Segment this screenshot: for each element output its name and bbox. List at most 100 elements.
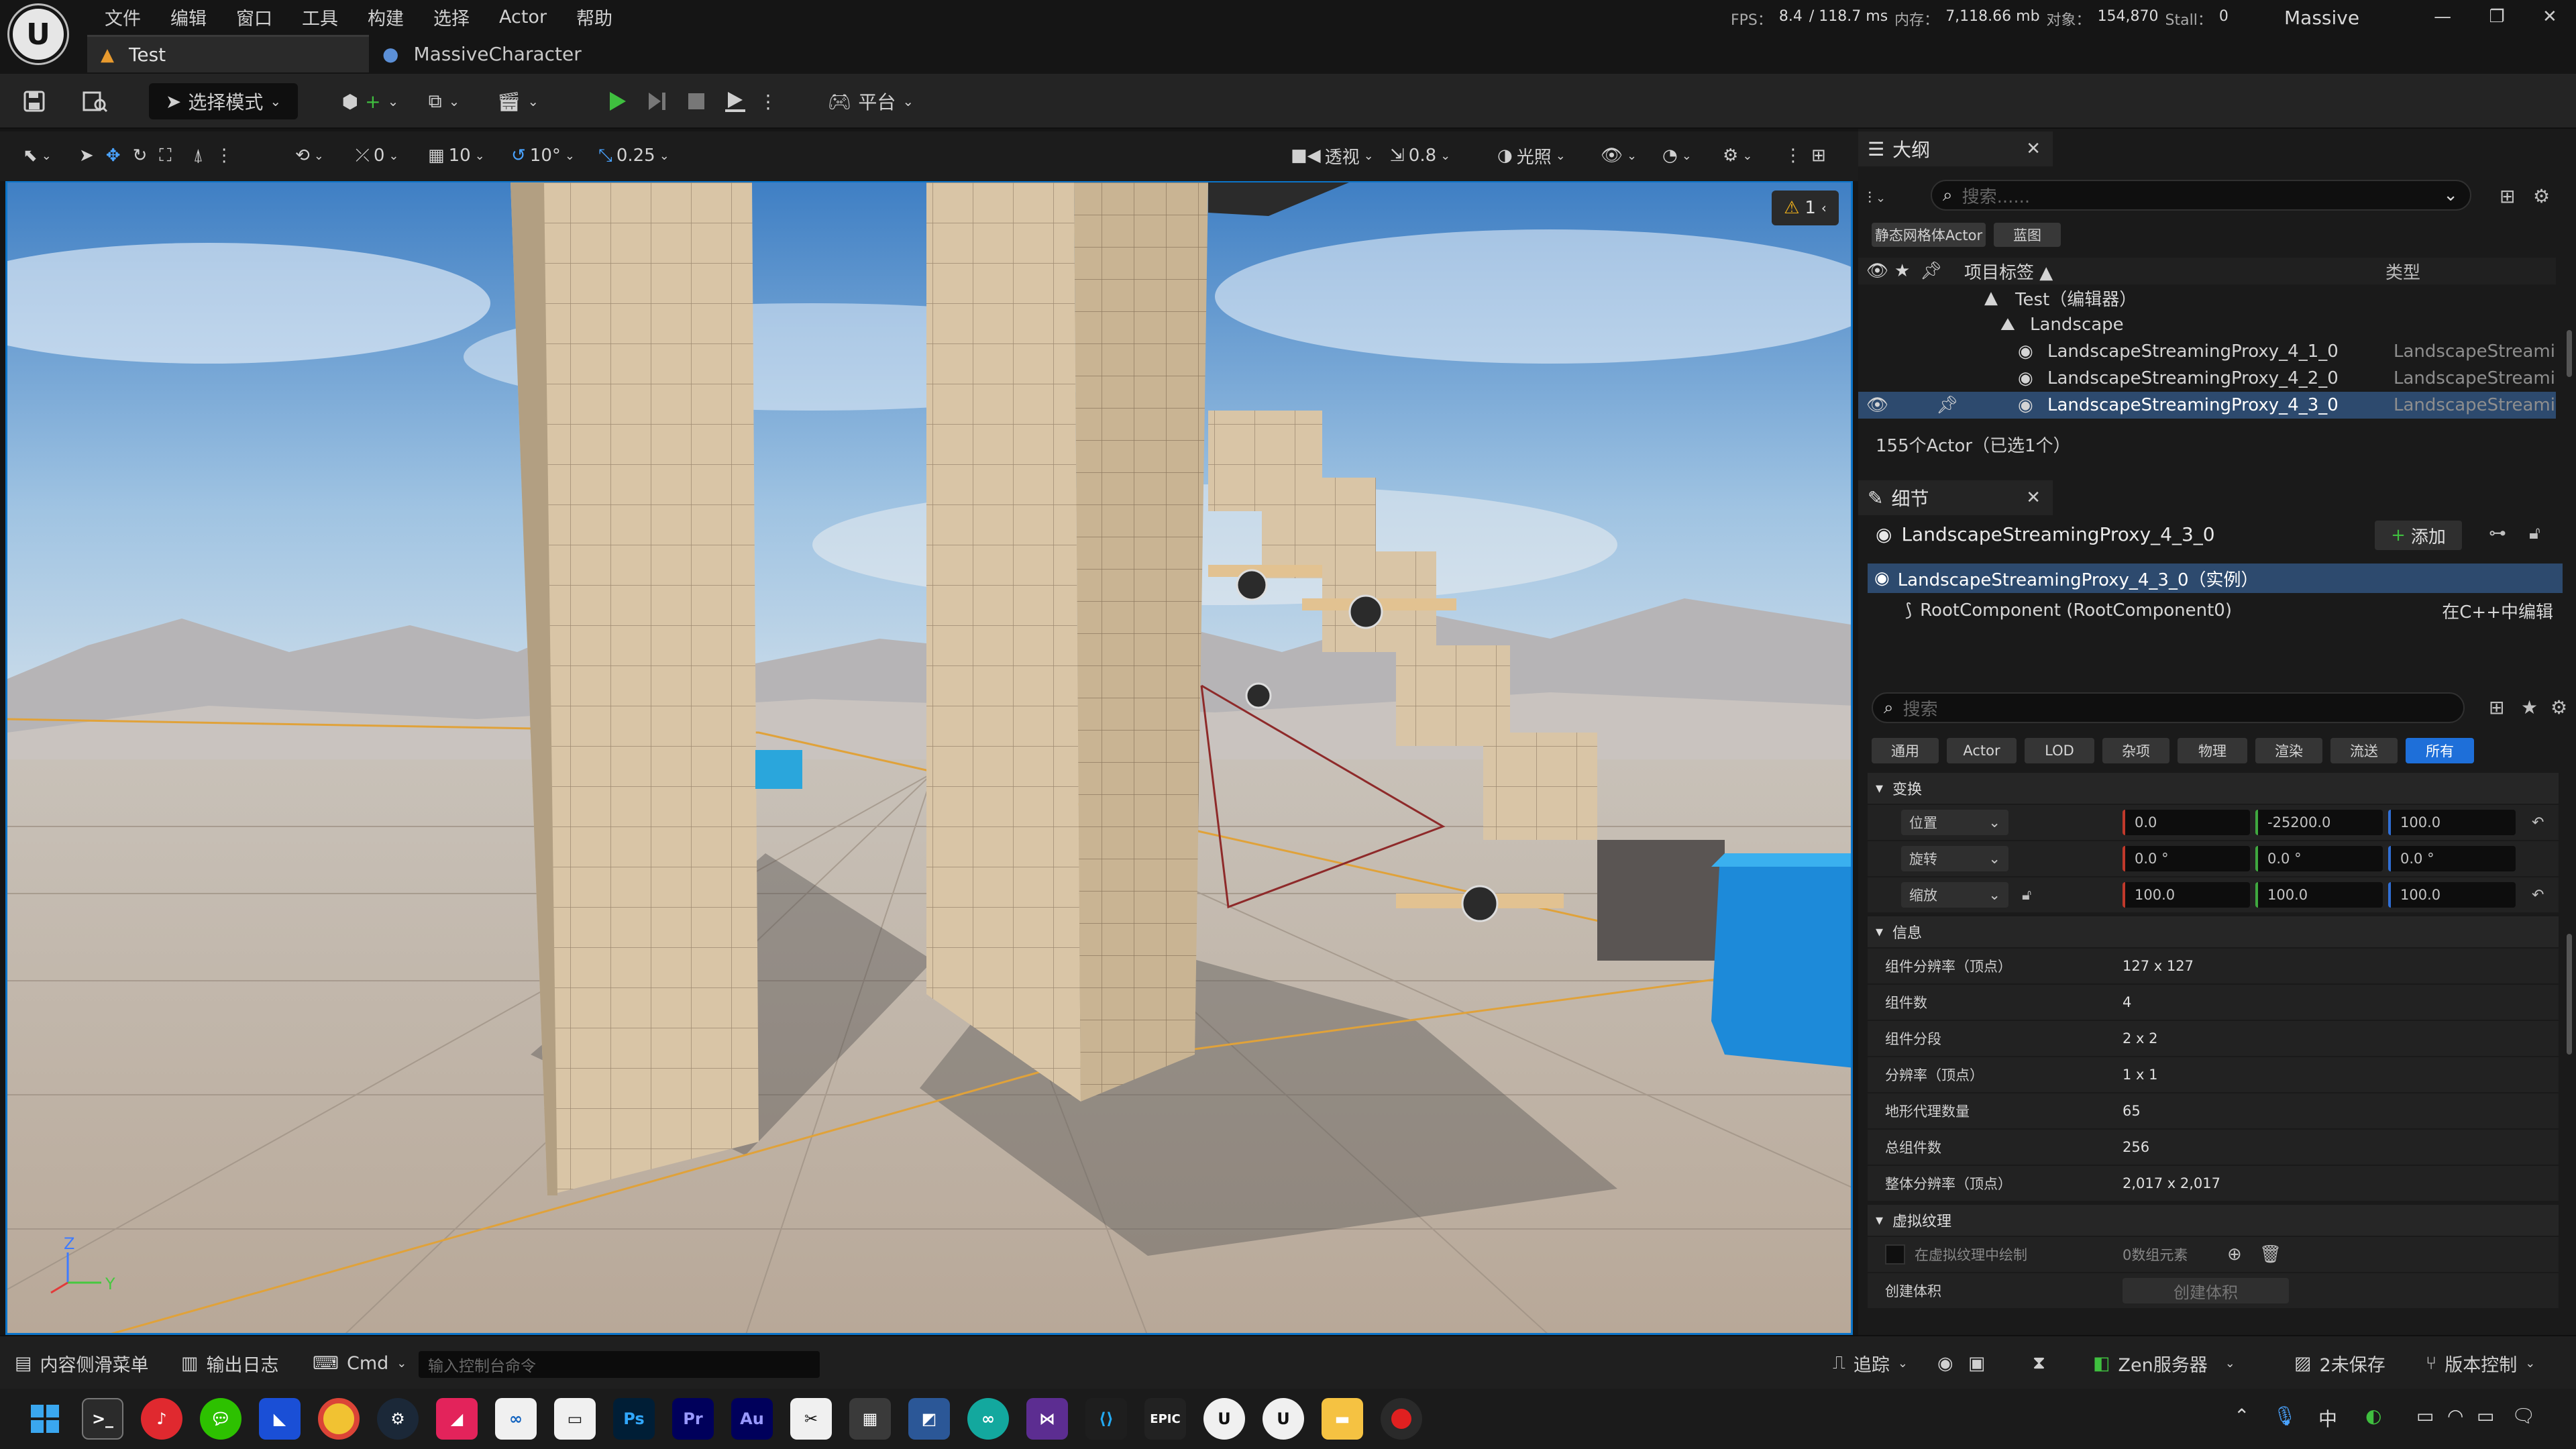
close-icon[interactable]: ✕ (2026, 488, 2041, 508)
menu-actor[interactable]: Actor (484, 7, 561, 28)
filter-all[interactable]: 所有 (2406, 738, 2474, 763)
filter-lod[interactable]: LOD (2025, 738, 2094, 763)
column-type-header[interactable]: 类型 (2385, 259, 2420, 284)
menu-build[interactable]: 构建 (353, 4, 419, 30)
section-transform[interactable]: ▾ 变换 (1868, 773, 2559, 804)
star-icon[interactable]: ★ (2521, 696, 2538, 718)
content-drawer-button[interactable]: ▤ 内容侧滑菜单 (15, 1346, 149, 1381)
hourglass-icon[interactable]: ⧗ (2033, 1346, 2045, 1381)
epic-games-icon[interactable]: EPIC (1144, 1398, 1186, 1440)
menu-file[interactable]: 文件 (90, 4, 156, 30)
translate-tool-icon[interactable]: ✥ (106, 146, 121, 166)
menu-help[interactable]: 帮助 (561, 4, 627, 30)
filter-general[interactable]: 通用 (1872, 738, 1939, 763)
trash-icon[interactable]: 🗑︎ (2259, 1244, 2282, 1265)
meta-icon[interactable]: ∞ (495, 1398, 537, 1440)
outliner-row-proxy-4-3-0[interactable]: 👁︎ 📌︎ ◉ LandscapeStreamingProxy_4_3_0 La… (1858, 392, 2556, 419)
zen-server-button[interactable]: ◧ Zen服务器 ⌄ (2093, 1346, 2235, 1381)
performance-button[interactable]: ◔ ⌄ (1662, 138, 1692, 173)
component-instance-row[interactable]: ◉ LandscapeStreamingProxy_4_3_0（实例） (1868, 564, 2563, 593)
more-options-icon[interactable]: ⋮ (215, 146, 233, 166)
feishu-icon[interactable]: ◣ (259, 1398, 301, 1440)
selection-mode-button[interactable]: ➤ 选择模式 ⌄ (149, 83, 298, 119)
wechat-icon[interactable]: 💬︎ (200, 1398, 241, 1440)
filter-misc[interactable]: 杂项 (2102, 738, 2169, 763)
rotate-tool-icon[interactable]: ↻ (133, 146, 148, 166)
details-scrollbar[interactable] (2567, 934, 2572, 1055)
rotation-x-input[interactable]: 0.0 ° (2123, 846, 2250, 871)
filter-chip-blueprint[interactable]: 蓝图 (1994, 223, 2061, 247)
capcut-icon[interactable]: ✂ (790, 1398, 832, 1440)
outliner-row-landscape[interactable]: ⛰ Landscape (1858, 311, 2556, 338)
details-search[interactable]: ⌕ 搜索 (1872, 692, 2465, 723)
premiere-icon[interactable]: Pr (672, 1398, 714, 1440)
oculus-icon[interactable]: ▭ (554, 1398, 596, 1440)
details-tab[interactable]: ✎ 细节 ✕ (1858, 480, 2053, 515)
show-flags-button[interactable]: 👁︎ ⌄ (1601, 138, 1637, 173)
monitor-icon[interactable]: ▭ (2416, 1405, 2434, 1427)
wifi-icon[interactable]: ◠ (2447, 1405, 2463, 1427)
trace-button[interactable]: ⎍ 追踪 ⌄ (1833, 1346, 1908, 1381)
blueprint-convert-icon[interactable]: ⊶ (2489, 523, 2506, 543)
chrome-icon[interactable] (318, 1398, 360, 1440)
location-x-input[interactable]: 0.0 (2123, 810, 2250, 835)
browse-content-icon[interactable] (75, 83, 115, 119)
surface-snap-icon[interactable]: ⍋ (193, 146, 204, 166)
unreal-engine-icon[interactable]: U (1263, 1398, 1304, 1440)
close-icon[interactable]: ✕ (2026, 139, 2041, 159)
play-button[interactable] (598, 83, 636, 119)
menu-edit[interactable]: 编辑 (156, 4, 221, 30)
ime-indicator[interactable]: 中 (2318, 1405, 2337, 1432)
lock-icon[interactable]: 🔓︎ (2529, 523, 2540, 544)
visual-studio-icon[interactable]: ⋈ (1026, 1398, 1068, 1440)
grid-snap-button[interactable]: ▦ 10 ⌄ (428, 138, 485, 173)
reset-icon[interactable]: ↶ (2532, 814, 2544, 831)
add-actor-button[interactable]: ⬢ + ⌄ (342, 83, 399, 119)
platforms-button[interactable]: 🎮︎ 平台 ⌄ (824, 83, 918, 119)
select-tool-icon[interactable]: ➤ (79, 146, 94, 166)
outliner-row-world[interactable]: ▲ Test（编辑器） (1858, 284, 2556, 311)
unsaved-button[interactable]: ▨ 2未保存 (2294, 1346, 2385, 1381)
battery-icon[interactable]: ▭ (2477, 1405, 2494, 1427)
vt-draw-checkbox[interactable] (1885, 1244, 1905, 1265)
gear-icon[interactable]: ⚙ (2533, 185, 2550, 207)
menu-window[interactable]: 窗口 (221, 4, 287, 30)
blueprint-button[interactable]: ⧉ ⌄ (417, 83, 471, 119)
add-element-icon[interactable]: ⊕ (2227, 1244, 2242, 1265)
advance-frame-button[interactable] (639, 83, 676, 119)
add-component-button[interactable]: + 添加 (2375, 521, 2462, 550)
rotation-z-input[interactable]: 0.0 ° (2388, 846, 2516, 871)
scale-x-input[interactable]: 100.0 (2123, 882, 2250, 908)
photoshop-icon[interactable]: Ps (613, 1398, 655, 1440)
angle-snap-button[interactable]: ↺ 10° ⌄ (511, 138, 575, 173)
rotation-dropdown[interactable]: 旋转 ⌄ (1901, 846, 2008, 871)
unreal-logo-icon[interactable]: U (9, 5, 67, 63)
obs-record-icon[interactable] (1381, 1398, 1422, 1440)
filter-rendering[interactable]: 渲染 (2255, 738, 2322, 763)
show-hidden-icons-icon[interactable]: ⌃ (2234, 1405, 2249, 1427)
output-log-button[interactable]: ▥ 输出日志 (181, 1346, 279, 1381)
lighting-button[interactable]: ◑ 光照 ⌄ (1497, 138, 1566, 173)
restore-icon[interactable]: ❐ (2489, 7, 2504, 27)
eye-icon[interactable]: 👁︎ (1866, 395, 1888, 415)
location-z-input[interactable]: 100.0 (2388, 810, 2516, 835)
viewport-options-button[interactable]: ⬉ ⌄ (23, 138, 52, 173)
outliner-row-proxy-4-2-0[interactable]: ◉ LandscapeStreamingProxy_4_2_0 Landscap… (1858, 365, 2556, 392)
perspective-button[interactable]: ■◀ 透视 ⌄ (1291, 138, 1374, 173)
tab-massive-character[interactable]: ● MassiveCharacter (376, 35, 631, 72)
notification-icon[interactable]: 🗨︎ (2512, 1405, 2536, 1427)
tab-level-test[interactable]: ▲ Test (87, 35, 369, 72)
close-icon[interactable]: ✕ (2542, 7, 2557, 27)
viewport-layout-icon[interactable]: ⊞ (1811, 138, 1826, 173)
cmd-selector[interactable]: ⌨ Cmd ⌄ (313, 1346, 407, 1381)
menu-tools[interactable]: 工具 (287, 4, 353, 30)
menu-select[interactable]: 选择 (419, 4, 484, 30)
level-viewport[interactable]: Z Y ⚠ 1 ‹ (5, 181, 1853, 1335)
filter-physics[interactable]: 物理 (2178, 738, 2247, 763)
scale-dropdown[interactable]: 缩放 ⌄ (1901, 882, 2008, 908)
app-icon[interactable]: ◢ (436, 1398, 478, 1440)
root-component-row[interactable]: ⟆ RootComponent (RootComponent0) 在C++中编辑 (1868, 596, 2563, 625)
section-info[interactable]: ▾ 信息 (1868, 916, 2559, 947)
eject-play-button[interactable] (716, 83, 754, 119)
steam-icon[interactable]: ⚙ (377, 1398, 419, 1440)
